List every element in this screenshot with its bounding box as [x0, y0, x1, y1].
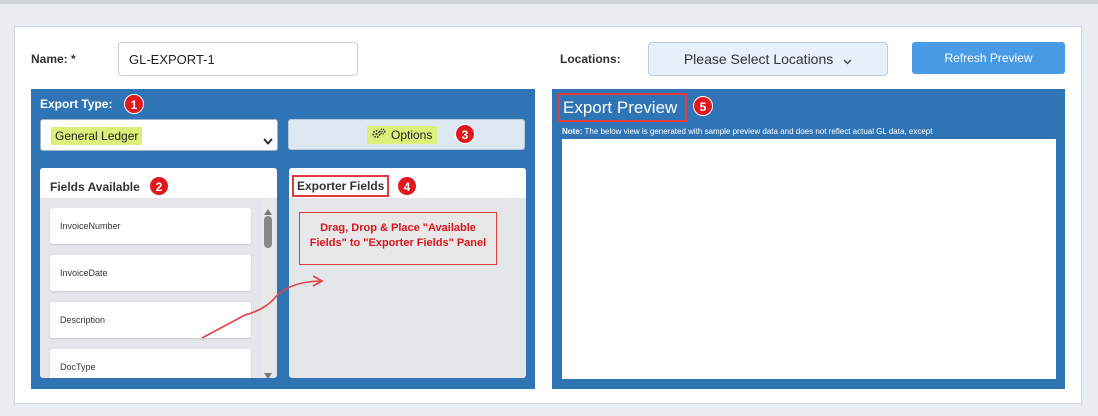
- drag-drop-callout: Drag, Drop & Place "Available Fields" to…: [299, 212, 497, 265]
- annotation-badge-2: 2: [149, 176, 169, 196]
- preview-note: Note: The below view is generated with s…: [562, 127, 1062, 136]
- gears-icon: [372, 126, 386, 144]
- annotation-badge-3: 3: [455, 124, 475, 144]
- annotation-badge-5: 5: [693, 96, 713, 116]
- export-preview-canvas: [562, 139, 1056, 379]
- drag-arrow-icon: [201, 275, 324, 339]
- export-preview-title-box: Export Preview: [558, 93, 687, 122]
- name-label: Name: *: [31, 52, 76, 66]
- export-type-select[interactable]: General Ledger: [40, 119, 278, 151]
- fields-scroll-thumb[interactable]: [264, 216, 272, 248]
- options-button-label: Options: [391, 128, 433, 142]
- fields-available-title: Fields Available: [50, 180, 140, 194]
- annotation-badge-1: 1: [124, 94, 144, 114]
- export-type-label: Export Type:: [40, 97, 113, 111]
- scroll-down-arrow-icon[interactable]: [264, 366, 272, 378]
- field-item-doctype[interactable]: DocType: [50, 349, 251, 378]
- options-button[interactable]: Options: [288, 119, 525, 150]
- annotation-badge-4: 4: [397, 176, 417, 196]
- chevron-down-icon: [843, 44, 852, 76]
- preview-note-text: The below view is generated with sample …: [582, 127, 933, 136]
- name-input[interactable]: GL-EXPORT-1: [118, 42, 358, 76]
- locations-select-placeholder: Please Select Locations: [683, 51, 834, 67]
- locations-label: Locations:: [560, 52, 621, 66]
- export-preview-title: Export Preview: [563, 98, 678, 117]
- locations-select[interactable]: Please Select Locations: [648, 42, 888, 76]
- exporter-fields-title: Exporter Fields: [292, 175, 390, 197]
- field-item-invoicenumber[interactable]: InvoiceNumber: [50, 208, 251, 244]
- options-button-highlight: Options: [367, 126, 438, 144]
- preview-note-bold: Note:: [562, 127, 583, 136]
- chevron-down-icon: [263, 132, 273, 150]
- window-top-border: [0, 0, 1098, 4]
- refresh-preview-button[interactable]: Refresh Preview: [912, 42, 1065, 74]
- export-type-selected-value: General Ledger: [51, 127, 143, 145]
